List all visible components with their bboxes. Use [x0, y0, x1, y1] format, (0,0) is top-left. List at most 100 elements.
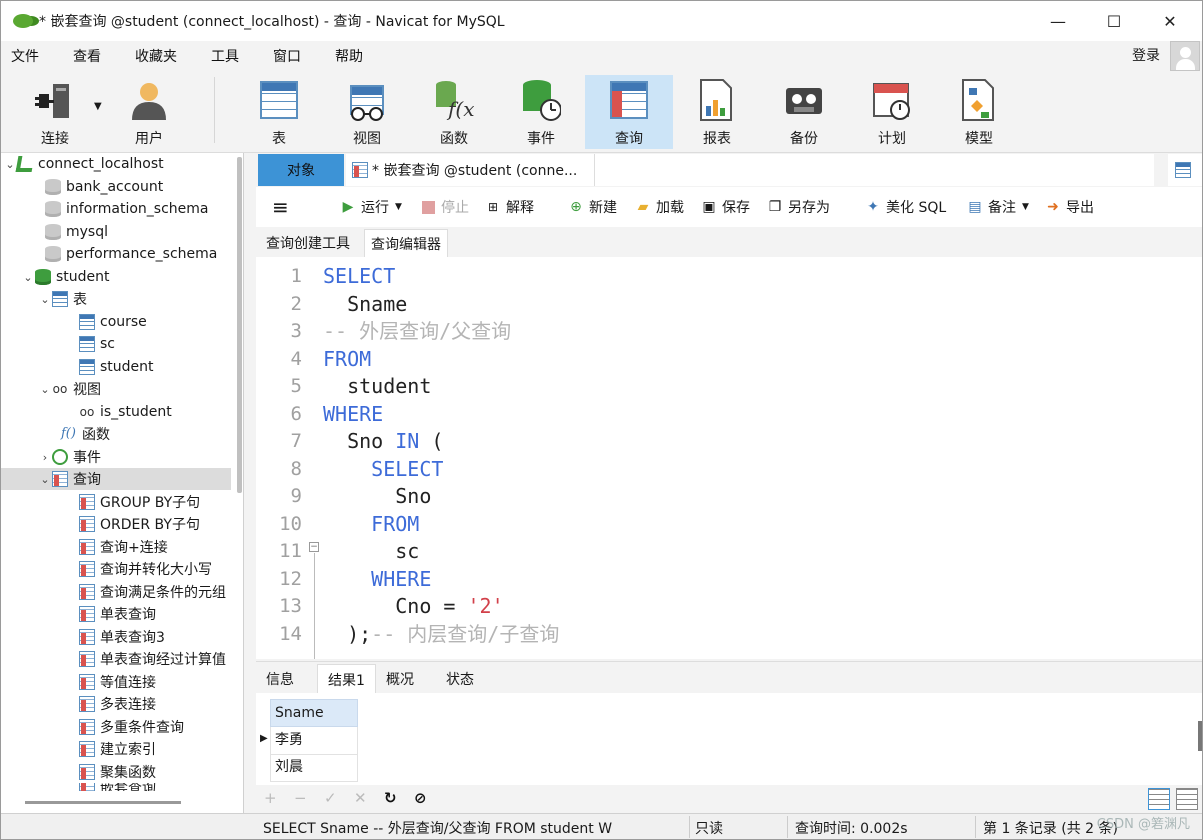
tree-db-bank_account[interactable]: bank_account [45, 176, 163, 198]
run-button[interactable]: ▶ 运行 ▼ [339, 195, 402, 219]
model-button[interactable]: 模型 [935, 75, 1023, 149]
tree-query-item[interactable]: GROUP BY子句 [79, 491, 200, 513]
tab-query[interactable]: * 嵌套查询 @student (conne... [346, 154, 594, 186]
maximize-button[interactable]: ☐ [1086, 1, 1142, 41]
tree-query-item[interactable]: 单表查询经过计算值 [79, 648, 235, 670]
tree-query-item[interactable]: ORDER BY子句 [79, 513, 200, 535]
line-number: 8 [290, 457, 302, 480]
chevron-down-icon[interactable]: ▼ [1022, 202, 1029, 212]
tree-query-item[interactable]: 多表连接 [79, 693, 156, 715]
backup-button[interactable]: 备份 [760, 75, 848, 149]
menu-tools[interactable]: 工具 [194, 46, 256, 66]
delete-record-button[interactable]: − [294, 789, 307, 807]
explain-button[interactable]: ⊞ 解释 [484, 195, 534, 219]
schedule-button[interactable]: 计划 [848, 75, 936, 149]
comment-button[interactable]: ▤ 备注 ▼ [966, 195, 1029, 219]
tree-db-information_schema[interactable]: information_schema [45, 198, 209, 220]
tree-view-is_student[interactable]: oo is_student [79, 401, 172, 423]
close-button[interactable]: ✕ [1142, 1, 1198, 41]
tree-query-item[interactable]: 等值连接 [79, 671, 156, 693]
fold-toggle-icon[interactable]: − [309, 542, 319, 552]
stop-query-button[interactable]: ⊘ [414, 789, 427, 807]
tree-table-sc[interactable]: sc [79, 333, 115, 355]
hamburger-menu-button[interactable]: ≡ [272, 195, 289, 219]
tree-query-item[interactable]: 单表查询 [79, 603, 156, 625]
export-button[interactable]: ➜ 导出 [1044, 195, 1094, 219]
chevron-down-icon[interactable]: ⌄ [21, 271, 35, 284]
tab-info[interactable]: 信息 [256, 664, 304, 694]
connect-dropdown-icon[interactable]: ▼ [94, 101, 102, 112]
add-record-button[interactable]: + [264, 789, 277, 807]
tab-objects[interactable]: 对象 [258, 154, 344, 186]
tree-query-item[interactable]: 查询满足条件的元组 [79, 581, 235, 603]
apply-changes-button[interactable]: ✓ [324, 789, 337, 807]
tree-db-student[interactable]: ⌄ student [21, 266, 110, 288]
explain-icon: ⊞ [487, 200, 499, 214]
menu-favorites[interactable]: 收藏夹 [118, 46, 194, 66]
user-button[interactable]: 用户 [105, 75, 193, 149]
tree-tables-folder[interactable]: ⌄ 表 [38, 288, 87, 310]
tree-connection[interactable]: ⌄ connect_localhost [3, 153, 164, 175]
grid-view-button[interactable] [1148, 788, 1170, 810]
tree-query-item[interactable]: 建立索引 [79, 738, 156, 760]
tree-db-performance_schema[interactable]: performance_schema [45, 243, 217, 265]
minimize-button[interactable]: — [1030, 1, 1086, 41]
tree-scrollbar[interactable] [237, 157, 242, 493]
tree-table-student[interactable]: student [79, 356, 154, 378]
beautify-sql-button[interactable]: ✦ 美化 SQL [864, 195, 946, 219]
tab-query-builder[interactable]: 查询创建工具 [260, 229, 356, 257]
tree-query-item[interactable]: 查询+连接 [79, 536, 168, 558]
new-query-button[interactable]: ⊕ 新建 [567, 195, 617, 219]
tree-query-item[interactable]: 单表查询3 [79, 626, 165, 648]
column-header-sname[interactable]: Sname [270, 699, 358, 727]
form-view-button[interactable] [1176, 788, 1198, 810]
new-query-tab-button[interactable] [1168, 154, 1202, 186]
function-button[interactable]: f(x) 函数 [410, 75, 498, 149]
menu-window[interactable]: 窗口 [256, 46, 318, 66]
tab-status[interactable]: 状态 [436, 664, 484, 694]
result-cell[interactable]: 刘晨 [270, 754, 358, 782]
menu-help[interactable]: 帮助 [318, 46, 380, 66]
sql-editor[interactable]: − 1 SELECT 2 Sname 3 -- 外层查询/父查询 4 FROM 5 stude… [256, 257, 1202, 659]
result-cell[interactable]: 李勇 [270, 727, 358, 755]
tree-views-folder[interactable]: ⌄ oo 视图 [38, 378, 101, 400]
tree-horizontal-scrollbar[interactable] [25, 801, 181, 804]
comment-doc-icon: ▤ [968, 199, 982, 215]
tree-query-item[interactable]: 嵌套查询 [79, 783, 156, 791]
tree-db-mysql[interactable]: mysql [45, 221, 108, 243]
navicat-logo-icon [13, 14, 33, 28]
save-button[interactable]: ▣ 保存 [700, 195, 750, 219]
tree-functions-folder[interactable]: f() 函数 [61, 423, 110, 445]
tree-events-folder[interactable]: › 事件 [38, 446, 101, 468]
tree-query-item[interactable]: 查询并转化大小写 [79, 558, 235, 580]
report-button[interactable]: 报表 [673, 75, 761, 149]
tree-query-item[interactable]: 聚集函数 [79, 761, 156, 783]
table-button[interactable]: 表 [235, 75, 323, 149]
result-scrollbar[interactable] [1198, 721, 1202, 751]
connect-button[interactable]: 连接 [11, 75, 99, 149]
chevron-right-icon[interactable]: › [38, 451, 52, 464]
tree-queries-folder[interactable]: ⌄ 查询 [1, 468, 231, 490]
query-button[interactable]: 查询 [585, 75, 673, 149]
tab-profile[interactable]: 概况 [376, 664, 424, 694]
chevron-down-icon[interactable]: ⌄ [3, 158, 17, 171]
login-link[interactable]: 登录 [1132, 45, 1160, 65]
refresh-button[interactable]: ↻ [384, 789, 397, 807]
svg-text:f(x): f(x) [446, 97, 474, 121]
tab-query-editor[interactable]: 查询编辑器 [364, 229, 448, 257]
chevron-down-icon[interactable]: ⌄ [38, 473, 52, 486]
tree-table-course[interactable]: course [79, 311, 147, 333]
tab-result1[interactable]: 结果1 [317, 664, 376, 694]
avatar-icon[interactable] [1170, 41, 1200, 71]
view-button[interactable]: 视图 [323, 75, 411, 149]
menu-view[interactable]: 查看 [56, 46, 118, 66]
load-button[interactable]: ▰ 加载 [634, 195, 684, 219]
discard-changes-button[interactable]: ✕ [354, 789, 367, 807]
menu-file[interactable]: 文件 [1, 46, 56, 66]
chevron-down-icon[interactable]: ⌄ [38, 383, 52, 396]
event-button[interactable]: 事件 [497, 75, 585, 149]
chevron-down-icon[interactable]: ⌄ [38, 293, 52, 306]
save-as-button[interactable]: ❐ 另存为 [766, 195, 830, 219]
chevron-down-icon[interactable]: ▼ [395, 202, 402, 212]
tree-query-item[interactable]: 多重条件查询 [79, 716, 184, 738]
